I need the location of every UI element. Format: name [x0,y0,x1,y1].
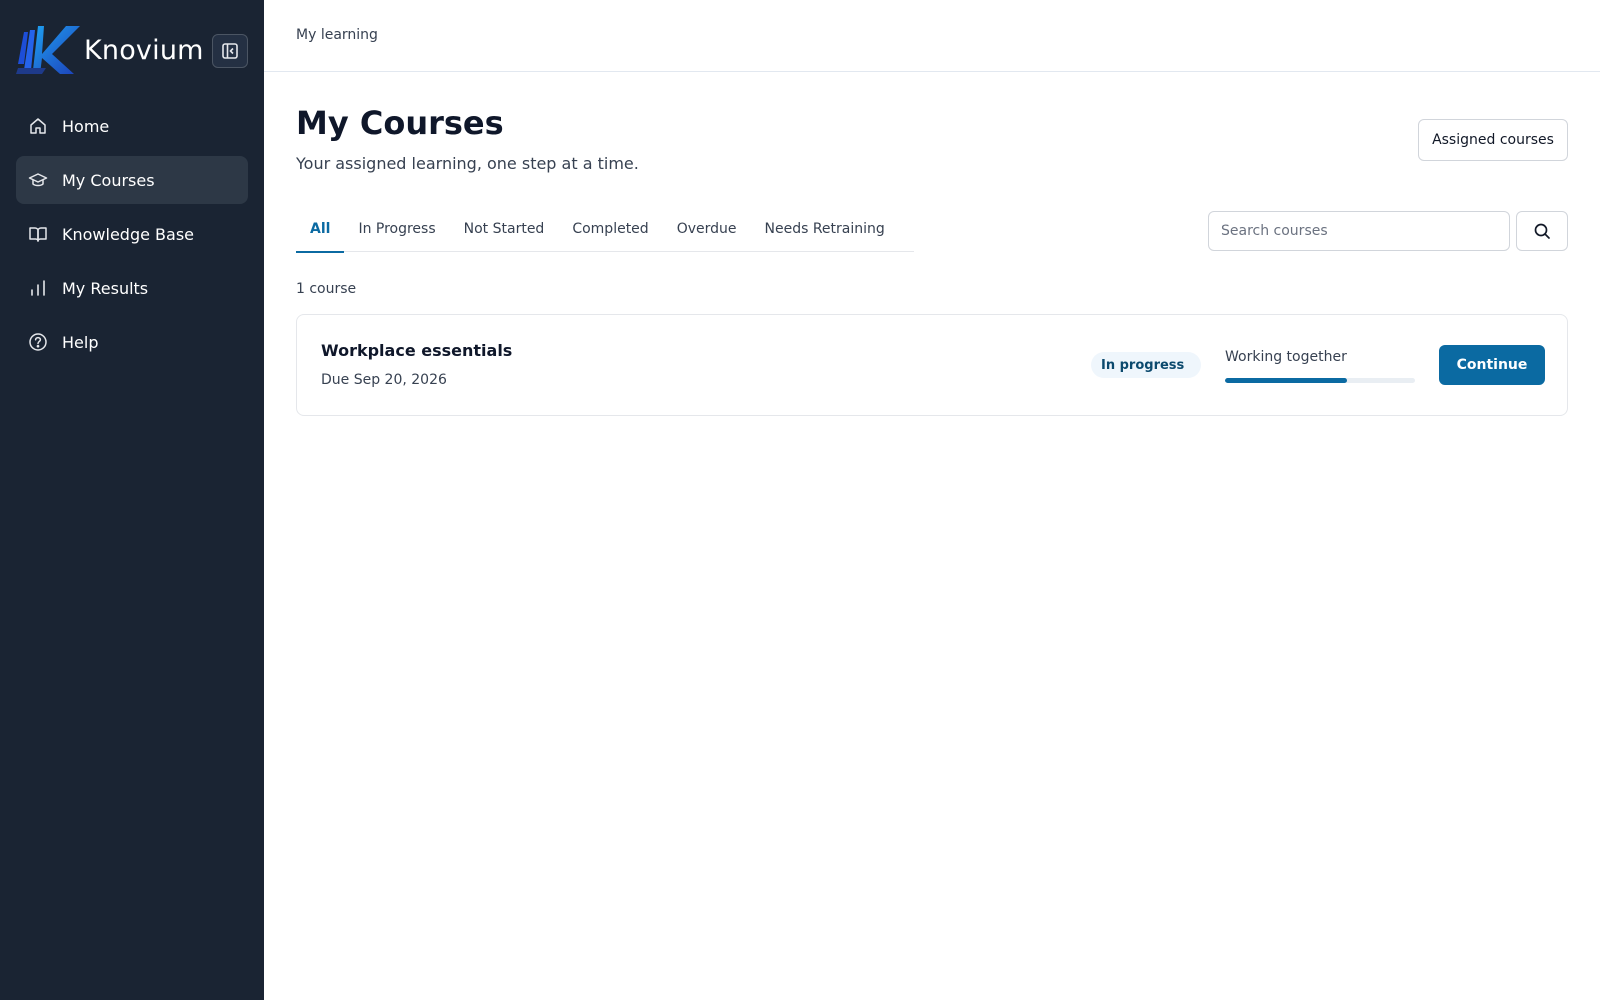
bar-chart-icon [28,278,48,298]
breadcrumb[interactable]: My learning [296,27,378,43]
tab-needs-retraining[interactable]: Needs Retraining [751,206,899,252]
book-open-icon [28,224,48,244]
sidebar-item-label: Home [62,116,110,136]
sidebar-item-knowledge-base[interactable]: Knowledge Base [16,210,248,258]
graduation-cap-icon [28,170,48,190]
progress-bar [1225,378,1415,383]
sidebar-item-home[interactable]: Home [16,102,248,150]
brand-name: Knovium [84,35,204,66]
page-title: My Courses [296,104,504,142]
tab-not-started[interactable]: Not Started [450,206,559,252]
course-filter-tabs: All In Progress Not Started Completed Ov… [296,206,914,253]
sidebar-nav: Home My Courses Knowledge Base My Result… [16,102,248,372]
tab-in-progress[interactable]: In Progress [344,206,449,252]
tab-overdue[interactable]: Overdue [663,206,751,252]
search-icon [1534,223,1550,239]
sidebar-item-label: Knowledge Base [62,224,194,244]
progress-label: Working together [1225,349,1347,365]
sidebar-item-label: My Results [62,278,149,298]
help-circle-icon [28,332,48,352]
search-input[interactable] [1208,211,1510,251]
home-icon [28,116,48,136]
sidebar-item-help[interactable]: Help [16,318,248,366]
top-header: My learning [264,0,1600,72]
sidebar: Knovium Home My Courses Knowledge Base M… [0,0,264,1000]
sidebar-item-label: Help [62,332,99,352]
knovium-logo-icon [16,26,80,74]
course-count: 1 course [296,281,357,297]
continue-button[interactable]: Continue [1439,345,1545,385]
sidebar-item-label: My Courses [62,170,155,190]
sidebar-collapse-icon [222,43,238,59]
brand: Knovium [16,24,248,78]
tab-completed[interactable]: Completed [558,206,662,252]
status-badge: In progress [1091,352,1201,378]
search-button[interactable] [1516,211,1568,251]
course-due-date: Due Sep 20, 2026 [321,372,447,388]
sidebar-item-my-results[interactable]: My Results [16,264,248,312]
sidebar-item-my-courses[interactable]: My Courses [16,156,248,204]
course-card: Workplace essentials Due Sep 20, 2026 In… [296,314,1568,416]
page-subtitle: Your assigned learning, one step at a ti… [296,154,639,173]
course-title[interactable]: Workplace essentials [321,341,512,360]
tab-all[interactable]: All [296,206,345,253]
progress-bar-fill [1225,378,1347,383]
assigned-courses-button[interactable]: Assigned courses [1418,119,1568,161]
sidebar-collapse-button[interactable] [212,34,248,68]
